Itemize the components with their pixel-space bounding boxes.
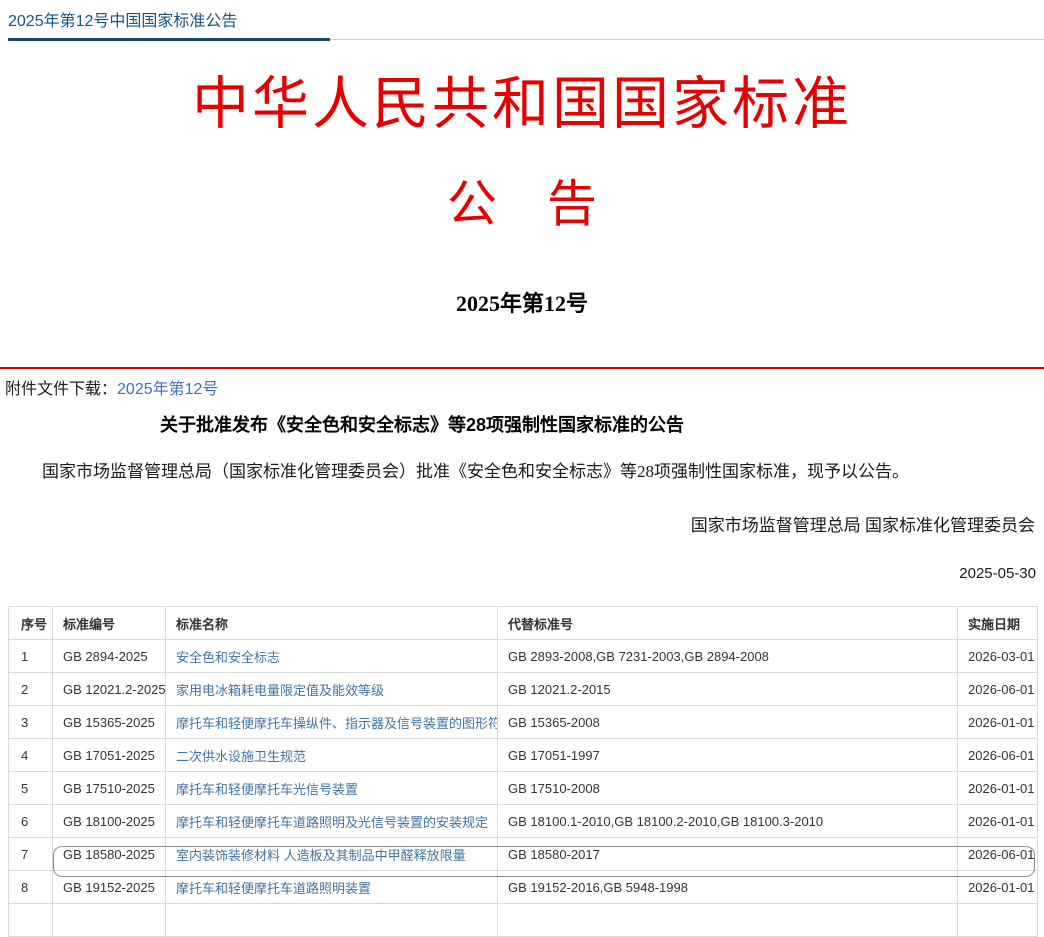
cell-effective: 2026-03-01 xyxy=(958,640,1038,673)
cell-seq: 6 xyxy=(9,805,53,838)
cell-replaces: GB 17510-2008 xyxy=(498,772,958,805)
cell-name: 安全色和安全标志 xyxy=(166,640,498,673)
cell-code: GB 17510-2025 xyxy=(53,772,166,805)
table-row: 2 GB 12021.2-2025 家用电冰箱耗电量限定值及能效等级 GB 12… xyxy=(9,673,1038,706)
cell-code: GB 17051-2025 xyxy=(53,739,166,772)
issue-number: 2025年第12号 xyxy=(0,291,1044,317)
cell-effective: 2026-01-01 xyxy=(958,871,1038,904)
cell-replaces: GB 17051-1997 xyxy=(498,739,958,772)
masthead-subtitle: 公 告 xyxy=(0,175,1044,233)
cell-name: 摩托车和轻便摩托车道路照明装置 xyxy=(166,871,498,904)
table-row-partial xyxy=(9,904,1038,937)
attachment-download-link[interactable]: 2025年第12号 xyxy=(117,381,218,398)
cell-code: GB 2894-2025 xyxy=(53,640,166,673)
tab-divider xyxy=(8,38,1044,41)
cell-code: GB 19152-2025 xyxy=(53,871,166,904)
cell-code: GB 18580-2025 xyxy=(53,838,166,871)
cell-effective: 2026-01-01 xyxy=(958,706,1038,739)
announcement-signature: 国家市场监督管理总局 国家标准化管理委员会 xyxy=(0,515,1044,537)
cell-effective: 2026-01-01 xyxy=(958,805,1038,838)
cell-name: 二次供水设施卫生规范 xyxy=(166,739,498,772)
table-row: 8 GB 19152-2025 摩托车和轻便摩托车道路照明装置 GB 19152… xyxy=(9,871,1038,904)
cell-replaces: GB 18580-2017 xyxy=(498,838,958,871)
table-row-highlighted: 7 GB 18580-2025 室内装饰装修材料 人造板及其制品中甲醛释放限量 … xyxy=(9,838,1038,871)
cell-seq: 8 xyxy=(9,871,53,904)
cell-replaces: GB 18100.1-2010,GB 18100.2-2010,GB 18100… xyxy=(498,805,958,838)
announcement-title: 关于批准发布《安全色和安全标志》等28项强制性国家标准的公告 xyxy=(0,413,844,437)
standard-link[interactable]: 摩托车和轻便摩托车光信号装置 xyxy=(176,782,358,797)
table-row: 1 GB 2894-2025 安全色和安全标志 GB 2893-2008,GB … xyxy=(9,640,1038,673)
attachment-row: 附件文件下载：2025年第12号 xyxy=(0,369,1044,399)
cell-seq: 4 xyxy=(9,739,53,772)
masthead: 中华人民共和国国家标准 公 告 2025年第12号 xyxy=(0,69,1044,317)
attachment-label: 附件文件下载： xyxy=(5,381,117,398)
standard-link[interactable]: 摩托车和轻便摩托车道路照明装置 xyxy=(176,881,371,896)
standard-link[interactable]: 安全色和安全标志 xyxy=(176,650,280,665)
standard-link[interactable]: 家用电冰箱耗电量限定值及能效等级 xyxy=(176,683,384,698)
cell-name: 摩托车和轻便摩托车操纵件、指示器及信号装置的图形符号 xyxy=(166,706,498,739)
table-header-row: 序号 标准编号 标准名称 代替标准号 实施日期 xyxy=(9,607,1038,640)
standards-table: 序号 标准编号 标准名称 代替标准号 实施日期 1 GB 2894-2025 安… xyxy=(8,606,1038,937)
table-row: 6 GB 18100-2025 摩托车和轻便摩托车道路照明及光信号装置的安装规定… xyxy=(9,805,1038,838)
table-row: 5 GB 17510-2025 摩托车和轻便摩托车光信号装置 GB 17510-… xyxy=(9,772,1038,805)
cell-name: 家用电冰箱耗电量限定值及能效等级 xyxy=(166,673,498,706)
announcement-body: 国家市场监督管理总局（国家标准化管理委员会）批准《安全色和安全标志》等28项强制… xyxy=(0,461,1044,483)
tab-standards-announcement[interactable]: 2025年第12号中国国家标准公告 xyxy=(8,7,237,38)
cell-seq: 3 xyxy=(9,706,53,739)
column-header-code: 标准编号 xyxy=(53,607,166,640)
announcement-date: 2025-05-30 xyxy=(0,564,1044,584)
cell-code: GB 18100-2025 xyxy=(53,805,166,838)
cell-effective: 2026-06-01 xyxy=(958,673,1038,706)
tab-bar: 2025年第12号中国国家标准公告 xyxy=(0,0,1044,41)
standards-table-wrap: 序号 标准编号 标准名称 代替标准号 实施日期 1 GB 2894-2025 安… xyxy=(8,606,1037,937)
column-header-replaces: 代替标准号 xyxy=(498,607,958,640)
table-row: 3 GB 15365-2025 摩托车和轻便摩托车操纵件、指示器及信号装置的图形… xyxy=(9,706,1038,739)
cell-code: GB 12021.2-2025 xyxy=(53,673,166,706)
cell-seq: 2 xyxy=(9,673,53,706)
cell-effective: 2026-01-01 xyxy=(958,772,1038,805)
cell-name: 摩托车和轻便摩托车道路照明及光信号装置的安装规定 xyxy=(166,805,498,838)
standard-link[interactable]: 摩托车和轻便摩托车道路照明及光信号装置的安装规定 xyxy=(176,815,488,830)
table-row: 4 GB 17051-2025 二次供水设施卫生规范 GB 17051-1997… xyxy=(9,739,1038,772)
cell-replaces: GB 2893-2008,GB 7231-2003,GB 2894-2008 xyxy=(498,640,958,673)
column-header-name: 标准名称 xyxy=(166,607,498,640)
tab-active-underline xyxy=(8,38,330,41)
column-header-effective: 实施日期 xyxy=(958,607,1038,640)
masthead-title: 中华人民共和国国家标准 xyxy=(0,69,1044,141)
cell-name: 摩托车和轻便摩托车光信号装置 xyxy=(166,772,498,805)
cell-name: 室内装饰装修材料 人造板及其制品中甲醛释放限量 xyxy=(166,838,498,871)
cell-effective: 2026-06-01 xyxy=(958,739,1038,772)
standard-link[interactable]: 二次供水设施卫生规范 xyxy=(176,749,306,764)
cell-code: GB 15365-2025 xyxy=(53,706,166,739)
standard-link[interactable]: 室内装饰装修材料 人造板及其制品中甲醛释放限量 xyxy=(176,848,466,863)
cell-seq: 7 xyxy=(9,838,53,871)
cell-replaces: GB 12021.2-2015 xyxy=(498,673,958,706)
cell-seq: 1 xyxy=(9,640,53,673)
column-header-seq: 序号 xyxy=(9,607,53,640)
cell-effective: 2026-06-01 xyxy=(958,838,1038,871)
cell-replaces: GB 19152-2016,GB 5948-1998 xyxy=(498,871,958,904)
cell-replaces: GB 15365-2008 xyxy=(498,706,958,739)
cell-seq: 5 xyxy=(9,772,53,805)
standard-link[interactable]: 摩托车和轻便摩托车操纵件、指示器及信号装置的图形符号 xyxy=(176,716,498,731)
